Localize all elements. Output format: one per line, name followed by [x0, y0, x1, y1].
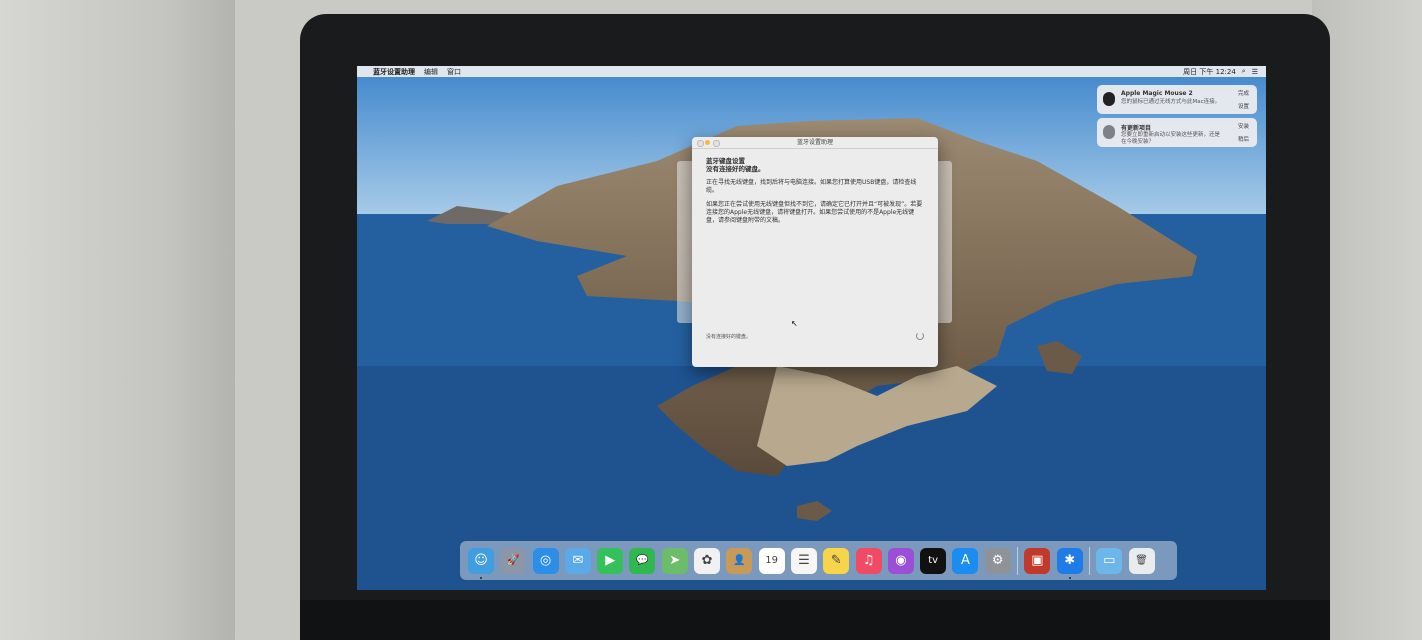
background-wall — [0, 0, 235, 640]
notes-icon[interactable]: ✎ — [823, 547, 850, 574]
dialog-paragraph-2: 如果您正在尝试使用无线键盘但找不到它，请确定它已打开并且“可被发现”。若要连接您… — [706, 201, 923, 224]
apple-tv-icon[interactable]: tv — [920, 547, 947, 574]
menu-clock[interactable]: 周日 下午 12:24 — [1183, 67, 1236, 77]
launchpad-icon[interactable]: 🚀 — [500, 547, 527, 574]
bluetooth-setup-window: 蓝牙设置助理 蓝牙键盘设置 没有连接好的键盘。 正在寻找无线键盘，找到后将与电脑… — [692, 137, 938, 367]
control-center-icon[interactable]: ☰ — [1252, 68, 1258, 76]
notification-title: Apple Magic Mouse 2 — [1121, 90, 1193, 97]
magic-mouse-icon — [1103, 92, 1115, 106]
monitor-chin — [300, 600, 1330, 640]
downloads-folder-icon[interactable]: ▭ — [1096, 547, 1123, 574]
notification-body: 您要立即重新启动以安装这些更新，还是在今晚安装？ — [1121, 132, 1221, 145]
zoom-button[interactable] — [713, 140, 720, 147]
notification-done-button[interactable]: 完成 — [1238, 89, 1249, 97]
running-indicator — [1068, 576, 1071, 579]
dialog-status: 没有连接好的键盘。 — [706, 334, 752, 340]
notification-body: 您的鼠标已通过无线方式与此Mac连接。 — [1121, 99, 1221, 105]
progress-spinner-icon — [916, 332, 924, 340]
contacts-icon[interactable]: 👤 — [726, 547, 753, 574]
desktop: 蓝牙设置助理 编辑 窗口 周日 下午 12:24 ⌕ ☰ Apple Magic… — [357, 66, 1266, 590]
mouse-cursor-icon: ↖ — [791, 319, 798, 328]
minimize-button[interactable] — [705, 140, 710, 145]
dialog-paragraph-1: 正在寻找无线键盘，找到后将与电脑连接。如果您打算使用USB键盘，请检查线缆。 — [706, 179, 917, 194]
messages-icon[interactable]: 💬 — [629, 547, 656, 574]
facetime-icon[interactable]: ▶ — [597, 547, 624, 574]
dialog-heading: 蓝牙键盘设置 — [706, 157, 745, 165]
safari-icon[interactable]: ◎ — [532, 547, 559, 574]
photo-booth-icon[interactable]: ▣ — [1024, 547, 1051, 574]
mail-icon[interactable]: ✉ — [564, 547, 591, 574]
running-indicator — [480, 576, 482, 579]
window-title: 蓝牙设置助理 — [796, 139, 833, 146]
bluetooth-setup-icon[interactable]: ✱ — [1056, 547, 1083, 579]
close-button[interactable] — [697, 140, 704, 147]
system-preferences-icon — [1103, 125, 1115, 139]
notification-install-button[interactable]: 安装 — [1238, 122, 1249, 130]
menu-edit[interactable]: 编辑 — [424, 67, 438, 77]
notification-updates[interactable]: 有更新项目 您要立即重新启动以安装这些更新，还是在今晚安装？ 安装 稍后 — [1097, 118, 1257, 147]
notification-later-button[interactable]: 稍后 — [1238, 135, 1249, 143]
notification-title: 有更新项目 — [1121, 125, 1152, 132]
notification-mouse[interactable]: Apple Magic Mouse 2 您的鼠标已通过无线方式与此Mac连接。 … — [1097, 85, 1257, 114]
system-preferences-icon[interactable]: ⚙ — [984, 547, 1011, 574]
dialog-subheading: 没有连接好的键盘。 — [706, 165, 765, 173]
music-icon[interactable]: ♫ — [855, 547, 882, 574]
podcasts-icon[interactable]: ◉ — [887, 547, 914, 574]
dock: ☺ 🚀 ◎ ✉ ▶ 💬 ➤ ✿ 👤 19 ☰ ✎ ♫ ◉ tv A ⚙ ▣ ✱ ▭ 🗑 — [460, 541, 1177, 580]
photos-icon[interactable]: ✿ — [694, 547, 721, 574]
maps-icon[interactable]: ➤ — [661, 547, 688, 574]
app-store-icon[interactable]: A — [952, 547, 979, 574]
dock-separator — [1017, 546, 1019, 575]
reminders-icon[interactable]: ☰ — [790, 547, 817, 574]
menu-app-name[interactable]: 蓝牙设置助理 — [373, 67, 415, 77]
menu-bar: 蓝牙设置助理 编辑 窗口 周日 下午 12:24 ⌕ ☰ — [357, 66, 1266, 77]
notification-settings-button[interactable]: 设置 — [1238, 102, 1249, 110]
menu-window[interactable]: 窗口 — [447, 67, 461, 77]
trash-icon[interactable]: 🗑 — [1128, 547, 1155, 574]
finder-icon[interactable]: ☺ — [468, 547, 494, 579]
window-titlebar: 蓝牙设置助理 — [692, 137, 938, 149]
dock-separator — [1088, 546, 1090, 575]
spotlight-icon[interactable]: ⌕ — [1242, 67, 1246, 76]
calendar-icon[interactable]: 19 — [758, 547, 785, 574]
